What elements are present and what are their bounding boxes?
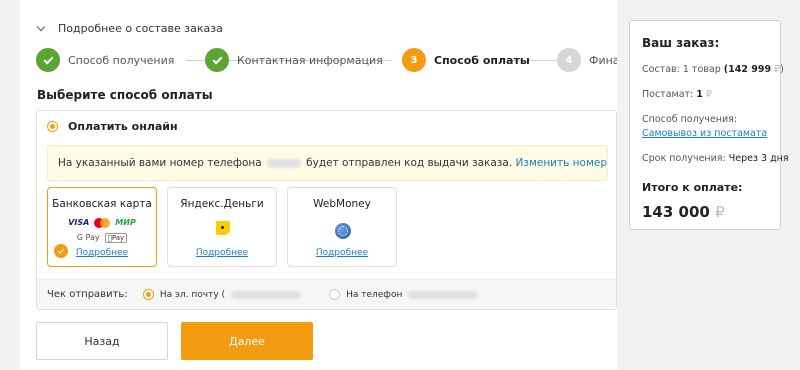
summary-total-label: Итого к оплате: bbox=[642, 181, 743, 194]
method-title: Банковская карта bbox=[52, 198, 152, 210]
radio-unselected-icon[interactable] bbox=[329, 289, 341, 300]
summary-postamat: Постамат: 1 ₽ bbox=[642, 89, 712, 100]
step-payment-method: 3 Способ оплаты bbox=[402, 48, 530, 72]
chevron-down-icon bbox=[36, 22, 46, 32]
change-number-link[interactable]: Изменить номер bbox=[516, 157, 608, 169]
summary-receive-method: Способ получения: Самовывоз из постамата bbox=[642, 114, 768, 139]
checkout-stepper: Способ получения Контактная информация 3… bbox=[36, 48, 617, 74]
summary-total-value: 143 000 ₽ bbox=[642, 203, 725, 221]
google-pay-logo: G Pay bbox=[76, 233, 100, 242]
masked-phone bbox=[266, 158, 302, 168]
payment-options-box: Оплатить онлайн На указанный вами номер … bbox=[36, 110, 617, 310]
method-title: WebMoney bbox=[313, 198, 371, 210]
step-label: Финал bbox=[589, 53, 617, 67]
masked-email bbox=[231, 290, 302, 299]
step-label: Способ оплаты bbox=[434, 53, 530, 67]
summary-period: Срок получения: Через 3 дня bbox=[642, 153, 789, 164]
receipt-email-option[interactable]: На эл. почту ( bbox=[142, 289, 302, 300]
pay-online-option[interactable]: Оплатить онлайн bbox=[47, 120, 178, 133]
method-yandex-money[interactable]: Яндекс.Деньги Подробнее bbox=[167, 187, 277, 267]
card-logos: VISA МИР G Pay Pay bbox=[48, 216, 156, 244]
method-more-link[interactable]: Подробнее bbox=[48, 248, 156, 258]
step-number: 4 bbox=[557, 48, 581, 72]
phone-notice: На указанный вами номер телефона будет о… bbox=[47, 145, 608, 181]
notice-prefix: На указанный вами номер телефона bbox=[58, 157, 262, 169]
method-more-link[interactable]: Подробнее bbox=[168, 248, 276, 258]
step-done-check-icon bbox=[36, 48, 60, 72]
payment-methods: Банковская карта VISA МИР G Pay Pay Под… bbox=[47, 187, 397, 267]
summary-title: Ваш заказ: bbox=[642, 36, 720, 50]
pay-online-label: Оплатить онлайн bbox=[68, 120, 178, 133]
receipt-phone-option[interactable]: На телефон bbox=[329, 289, 479, 300]
visa-logo: VISA bbox=[68, 218, 90, 227]
next-button[interactable]: Далее bbox=[181, 322, 313, 360]
receipt-phone-label: На телефон bbox=[346, 289, 403, 300]
order-details-label: Подробнее о составе заказа bbox=[58, 22, 223, 35]
step-label: Контактная информация bbox=[237, 53, 383, 67]
apple-pay-logo: Pay bbox=[104, 232, 128, 243]
receipt-email-label: На эл. почту ( bbox=[159, 289, 226, 300]
masked-phone-small bbox=[408, 290, 479, 299]
mir-logo: МИР bbox=[115, 218, 136, 227]
radio-selected-icon[interactable] bbox=[47, 121, 58, 132]
method-webmoney[interactable]: WebMoney Подробнее bbox=[287, 187, 397, 267]
order-summary: Ваш заказ: Состав: 1 товар (142 999 ₽) П… bbox=[629, 20, 789, 230]
receipt-label: Чек отправить: bbox=[47, 289, 128, 300]
step-done-check-icon bbox=[205, 48, 229, 72]
radio-selected-icon[interactable] bbox=[142, 289, 154, 300]
mastercard-logo bbox=[94, 217, 111, 228]
yandex-money-icon bbox=[216, 221, 230, 235]
method-bank-card[interactable]: Банковская карта VISA МИР G Pay Pay Под… bbox=[47, 187, 157, 267]
receipt-options: Чек отправить: На эл. почту ( На телефон bbox=[37, 279, 616, 309]
receive-method-link[interactable]: Самовывоз из постамата bbox=[642, 128, 768, 139]
back-button[interactable]: Назад bbox=[36, 322, 168, 360]
summary-composition: Состав: 1 товар (142 999 ₽) bbox=[642, 64, 784, 75]
step-contact-info[interactable]: Контактная информация bbox=[205, 48, 383, 72]
webmoney-icon bbox=[335, 223, 351, 239]
step-receive-method[interactable]: Способ получения bbox=[36, 48, 174, 72]
step-number: 3 bbox=[402, 48, 426, 72]
method-more-link[interactable]: Подробнее bbox=[288, 248, 396, 258]
step-final: 4 Финал bbox=[557, 48, 617, 72]
method-title: Яндекс.Деньги bbox=[180, 198, 264, 210]
notice-suffix: будет отправлен код выдачи заказа. bbox=[306, 157, 513, 169]
section-title: Выберите способ оплаты bbox=[37, 88, 213, 102]
order-details-toggle[interactable]: Подробнее о составе заказа bbox=[36, 22, 223, 35]
step-label: Способ получения bbox=[68, 53, 175, 67]
